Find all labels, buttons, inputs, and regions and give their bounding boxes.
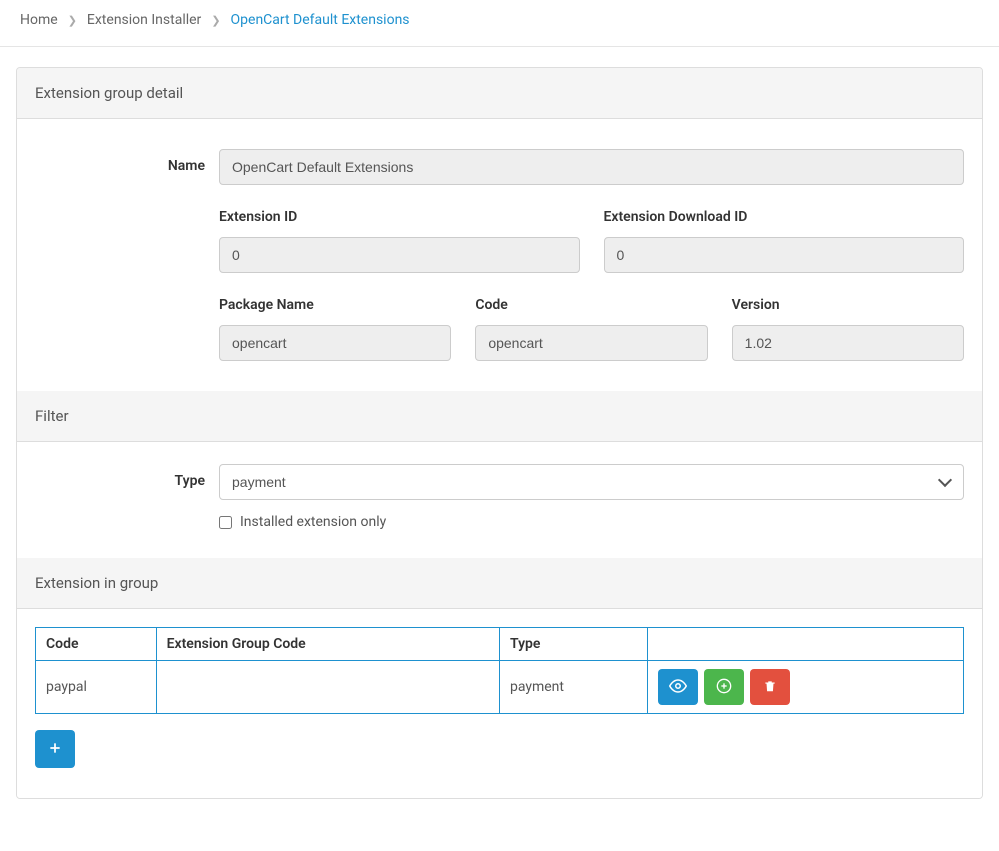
name-input <box>219 149 964 185</box>
eye-icon <box>669 677 687 698</box>
plus-icon <box>48 741 62 758</box>
th-code: Code <box>36 628 157 661</box>
cell-group-code <box>156 661 499 714</box>
panel-heading-group-detail: Extension group detail <box>17 68 982 119</box>
version-input <box>732 325 964 361</box>
table-row: paypal payment <box>36 661 964 714</box>
extensions-table: Code Extension Group Code Type paypal pa… <box>35 627 964 714</box>
breadcrumb-installer[interactable]: Extension Installer <box>87 12 201 28</box>
name-label: Name <box>35 149 205 185</box>
add-extension-button[interactable] <box>35 730 75 768</box>
breadcrumb: Home ❯ Extension Installer ❯ OpenCart De… <box>0 0 999 47</box>
cell-code: paypal <box>36 661 157 714</box>
th-group-code: Extension Group Code <box>156 628 499 661</box>
chevron-right-icon: ❯ <box>68 14 77 27</box>
installed-only-label: Installed extension only <box>240 514 386 530</box>
delete-button[interactable] <box>750 669 790 705</box>
cell-type: payment <box>499 661 647 714</box>
download-id-label: Extension Download ID <box>604 209 965 225</box>
type-label: Type <box>35 464 205 530</box>
package-name-label: Package Name <box>219 297 451 313</box>
view-button[interactable] <box>658 669 698 705</box>
chevron-right-icon: ❯ <box>211 14 220 27</box>
trash-icon <box>763 679 777 696</box>
panel-heading-filter: Filter <box>17 391 982 442</box>
extension-id-input <box>219 237 580 273</box>
panel-heading-in-group: Extension in group <box>17 558 982 609</box>
version-label: Version <box>732 297 964 313</box>
installed-only-row[interactable]: Installed extension only <box>219 514 964 530</box>
breadcrumb-current: OpenCart Default Extensions <box>231 12 410 28</box>
breadcrumb-home[interactable]: Home <box>20 12 58 28</box>
type-select[interactable]: payment <box>219 464 964 500</box>
extension-id-label: Extension ID <box>219 209 580 225</box>
add-button[interactable] <box>704 669 744 705</box>
th-type: Type <box>499 628 647 661</box>
package-name-input <box>219 325 451 361</box>
plus-circle-icon <box>716 678 732 697</box>
installed-only-checkbox[interactable] <box>219 516 232 529</box>
download-id-input <box>604 237 965 273</box>
th-actions <box>648 628 964 661</box>
code-label: Code <box>475 297 707 313</box>
code-input <box>475 325 707 361</box>
